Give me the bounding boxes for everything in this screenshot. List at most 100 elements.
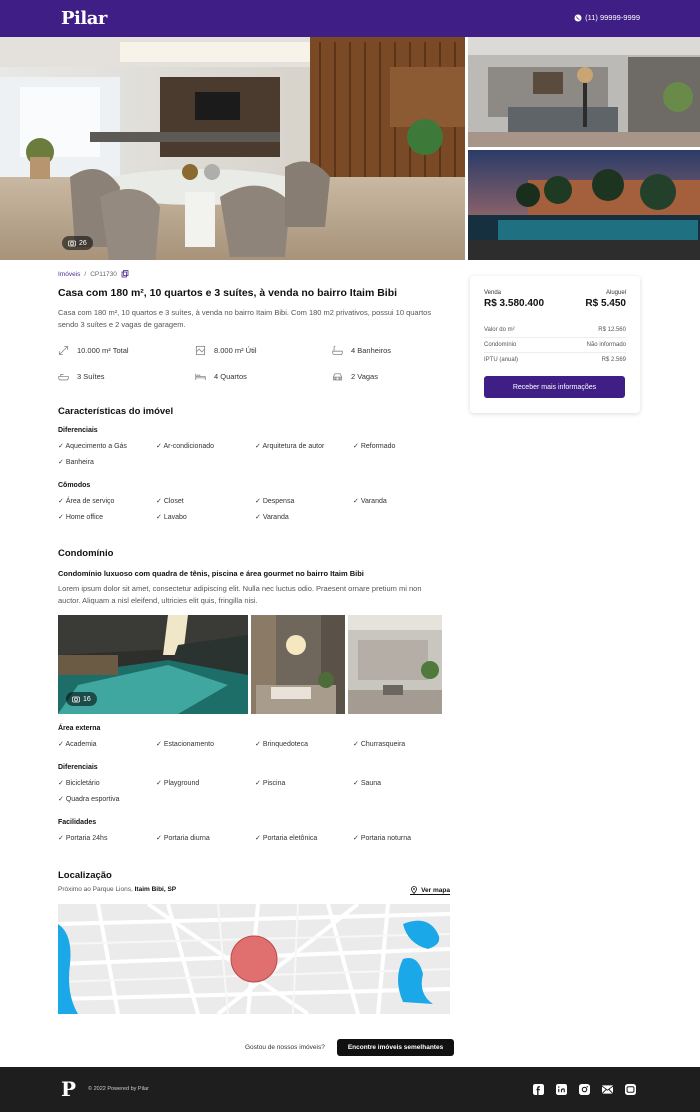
section-title: Características do imóvel — [58, 406, 174, 417]
breadcrumb-imoveis[interactable]: Imóveis — [58, 271, 80, 278]
photo-count-badge[interactable]: 16 — [66, 692, 97, 706]
gallery-side-photo-1[interactable] — [468, 37, 700, 147]
subsection-title: Diferenciais — [58, 427, 98, 434]
feature-bedrooms: 4 Quartos — [195, 369, 332, 383]
condominio-photo-1[interactable]: 16 — [58, 615, 248, 714]
property-title: Casa com 180 m², 10 quartos e 3 suítes, … — [58, 287, 398, 299]
area-externa-list: ✓ Academia ✓ Estacionamento ✓ Brinquedot… — [58, 740, 458, 748]
map-image — [58, 904, 450, 1014]
subsection-title: Diferenciais — [58, 764, 98, 771]
list-item: ✓ Sauna — [353, 780, 382, 787]
linkedin-icon[interactable] — [556, 1084, 567, 1095]
property-gallery: 26 — [0, 37, 700, 260]
list-item: ✓ Brinquedoteca — [255, 741, 308, 748]
facebook-icon[interactable] — [533, 1084, 544, 1095]
rent-price: R$ 5.450 — [585, 298, 626, 309]
list-item: ✓ Área de serviço — [58, 498, 115, 505]
list-item: ✓ Varanda — [255, 514, 289, 521]
list-item: ✓ Churrasqueira — [353, 741, 406, 748]
find-similar-button[interactable]: Encontre imóveis semelhantes — [337, 1039, 454, 1056]
list-item: ✓ Reformado — [353, 443, 396, 450]
brand-logo[interactable]: Pilar — [61, 8, 107, 29]
property-description: Casa com 180 m², 10 quartos e 3 suítes, … — [58, 308, 432, 329]
list-item: ✓ Portaria 24hs — [58, 835, 108, 842]
price-details: Valor do m² R$ 12.560 Condomínio Não infor… — [484, 323, 626, 367]
phone-number: (11) 99999-9999 — [585, 13, 640, 22]
list-item: ✓ Home office — [58, 514, 104, 521]
feature-suites: 3 Suítes — [58, 369, 195, 383]
sale-price-block: Venda R$ 3.580.400 — [484, 290, 544, 309]
subsection-title: Área externa — [58, 725, 101, 732]
location-map[interactable] — [58, 904, 450, 1014]
condominio-photo-3[interactable] — [348, 615, 442, 714]
sale-label: Venda — [484, 290, 502, 296]
phone-contact[interactable]: (11) 99999-9999 — [574, 13, 640, 22]
price-row: Condomínio Não informado — [484, 338, 626, 353]
subsection-title: Facilidades — [58, 819, 97, 826]
feature-label: 2 Vagas — [351, 371, 378, 381]
condominio-gallery: 16 — [58, 615, 443, 714]
list-item: ✓ Playground — [156, 780, 200, 787]
social-links — [533, 1084, 636, 1095]
comodos-list: ✓ Área de serviço ✓ Closet ✓ Despensa ✓ … — [58, 497, 458, 521]
location-address: Próximo ao Parque Lions, Itaim Bibi, SP — [58, 886, 176, 895]
instagram-icon[interactable] — [579, 1084, 590, 1095]
condominio-diferenciais-list: ✓ Bicicletário ✓ Playground ✓ Piscina ✓ … — [58, 779, 458, 803]
footer-copyright: © 2022 Powered by Pilar — [88, 1086, 149, 1092]
lobby-image — [251, 615, 345, 714]
photo-count-value: 26 — [79, 239, 87, 247]
condominio-subtitle: Condomínio luxuoso com quadra de tênis, … — [58, 569, 364, 578]
breadcrumb: Imóveis / CP11730 — [58, 270, 458, 278]
feature-total-area: 10.000 m² Total — [58, 343, 195, 357]
list-item: ✓ Arquitetura de autor — [255, 443, 325, 450]
gallery-side-photo-2[interactable] — [468, 150, 700, 260]
price-row-value: R$ 12.560 — [598, 327, 626, 333]
photo-count-badge[interactable]: 26 — [62, 236, 93, 250]
property-features: 10.000 m² Total 8.000 m² Útil 4 Banheiro… — [58, 343, 458, 383]
camera-icon — [68, 240, 76, 247]
youtube-icon[interactable] — [625, 1084, 636, 1095]
footer: P © 2022 Powered by Pilar — [0, 1067, 700, 1112]
cta-text: Gostou de nossos imóveis? — [245, 1044, 325, 1051]
list-item: ✓ Quadra esportiva — [58, 796, 120, 803]
subsection-title: Cômodos — [58, 482, 91, 489]
feature-label: 3 Suítes — [77, 371, 105, 381]
location-title: Localização — [58, 870, 112, 881]
area-total-icon — [58, 345, 69, 355]
feature-parking: 2 Vagas — [332, 369, 452, 383]
copy-icon[interactable] — [121, 270, 129, 278]
list-item: ✓ Estacionamento — [156, 741, 215, 748]
condominio-amenities: Área externa ✓ Academia ✓ Estacionamento… — [58, 725, 458, 842]
car-icon — [332, 372, 343, 380]
gallery-main-photo[interactable]: 26 — [0, 37, 465, 260]
bathtub-icon — [332, 345, 343, 355]
bath-suite-icon — [58, 373, 69, 380]
dining-room-image — [0, 37, 465, 260]
feature-label: 8.000 m² Útil — [214, 345, 257, 355]
photo-count-value: 16 — [83, 695, 91, 703]
condominio-text: Lorem ipsum dolor sit amet, consectetur … — [58, 584, 422, 605]
list-item: ✓ Ar-condicionado — [156, 443, 215, 450]
list-item: ✓ Aquecimento a Gás — [58, 443, 127, 450]
view-map-label: Ver mapa — [421, 886, 450, 894]
characteristics-section: Características do imóvel Diferenciais ✓… — [58, 406, 458, 521]
price-row-value: R$ 2.569 — [601, 357, 626, 363]
map-pin-icon — [411, 886, 417, 894]
email-icon[interactable] — [601, 1084, 614, 1095]
footer-logo[interactable]: P — [61, 1077, 76, 1101]
condominio-section: Condomínio Condomínio luxuoso com quadra… — [58, 548, 458, 607]
request-info-button[interactable]: Receber mais informações — [484, 376, 625, 398]
list-item: ✓ Portaria diurna — [156, 835, 210, 842]
view-map-link[interactable]: Ver mapa — [410, 886, 450, 895]
lounge-image — [348, 615, 442, 714]
rent-price-block: Aluguel R$ 5.450 — [585, 290, 626, 309]
location-near: Próximo ao Parque Lions, — [58, 886, 133, 893]
price-row-label: Valor do m² — [484, 327, 515, 333]
feature-bathrooms: 4 Banheiros — [332, 343, 452, 357]
price-card: Venda R$ 3.580.400 Aluguel R$ 5.450 Valo… — [470, 276, 640, 413]
property-code: CP11730 — [90, 270, 117, 278]
pool-image — [468, 150, 700, 260]
condominio-photo-2[interactable] — [251, 615, 345, 714]
price-row: Valor do m² R$ 12.560 — [484, 323, 626, 338]
living-room-image — [468, 37, 700, 147]
